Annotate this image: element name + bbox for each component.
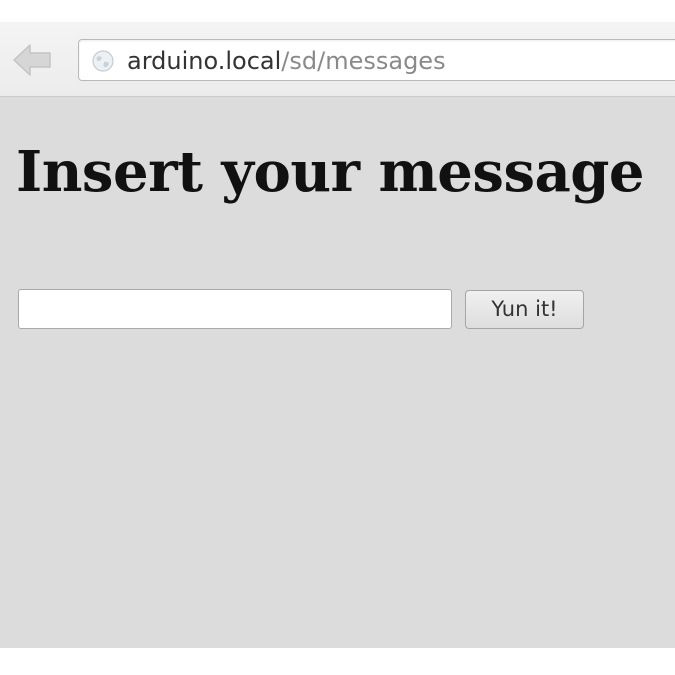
- browser-toolbar: arduino.local/sd/messages: [0, 22, 675, 97]
- back-button[interactable]: [10, 40, 56, 80]
- url-path: /sd/messages: [281, 47, 446, 75]
- bottom-margin: [0, 648, 675, 675]
- url-host: arduino.local: [127, 47, 282, 75]
- message-input[interactable]: [18, 289, 452, 329]
- browser-window: arduino.local/sd/messages Insert your me…: [0, 0, 675, 675]
- address-bar[interactable]: arduino.local/sd/messages: [78, 39, 675, 81]
- page-title: Insert your message: [16, 139, 645, 205]
- submit-button[interactable]: Yun it!: [465, 290, 584, 329]
- page-content: Insert your message Yun it!: [0, 97, 675, 648]
- globe-icon: [92, 50, 114, 72]
- url-text[interactable]: arduino.local/sd/messages: [127, 46, 446, 76]
- arrow-left-icon: [13, 44, 51, 76]
